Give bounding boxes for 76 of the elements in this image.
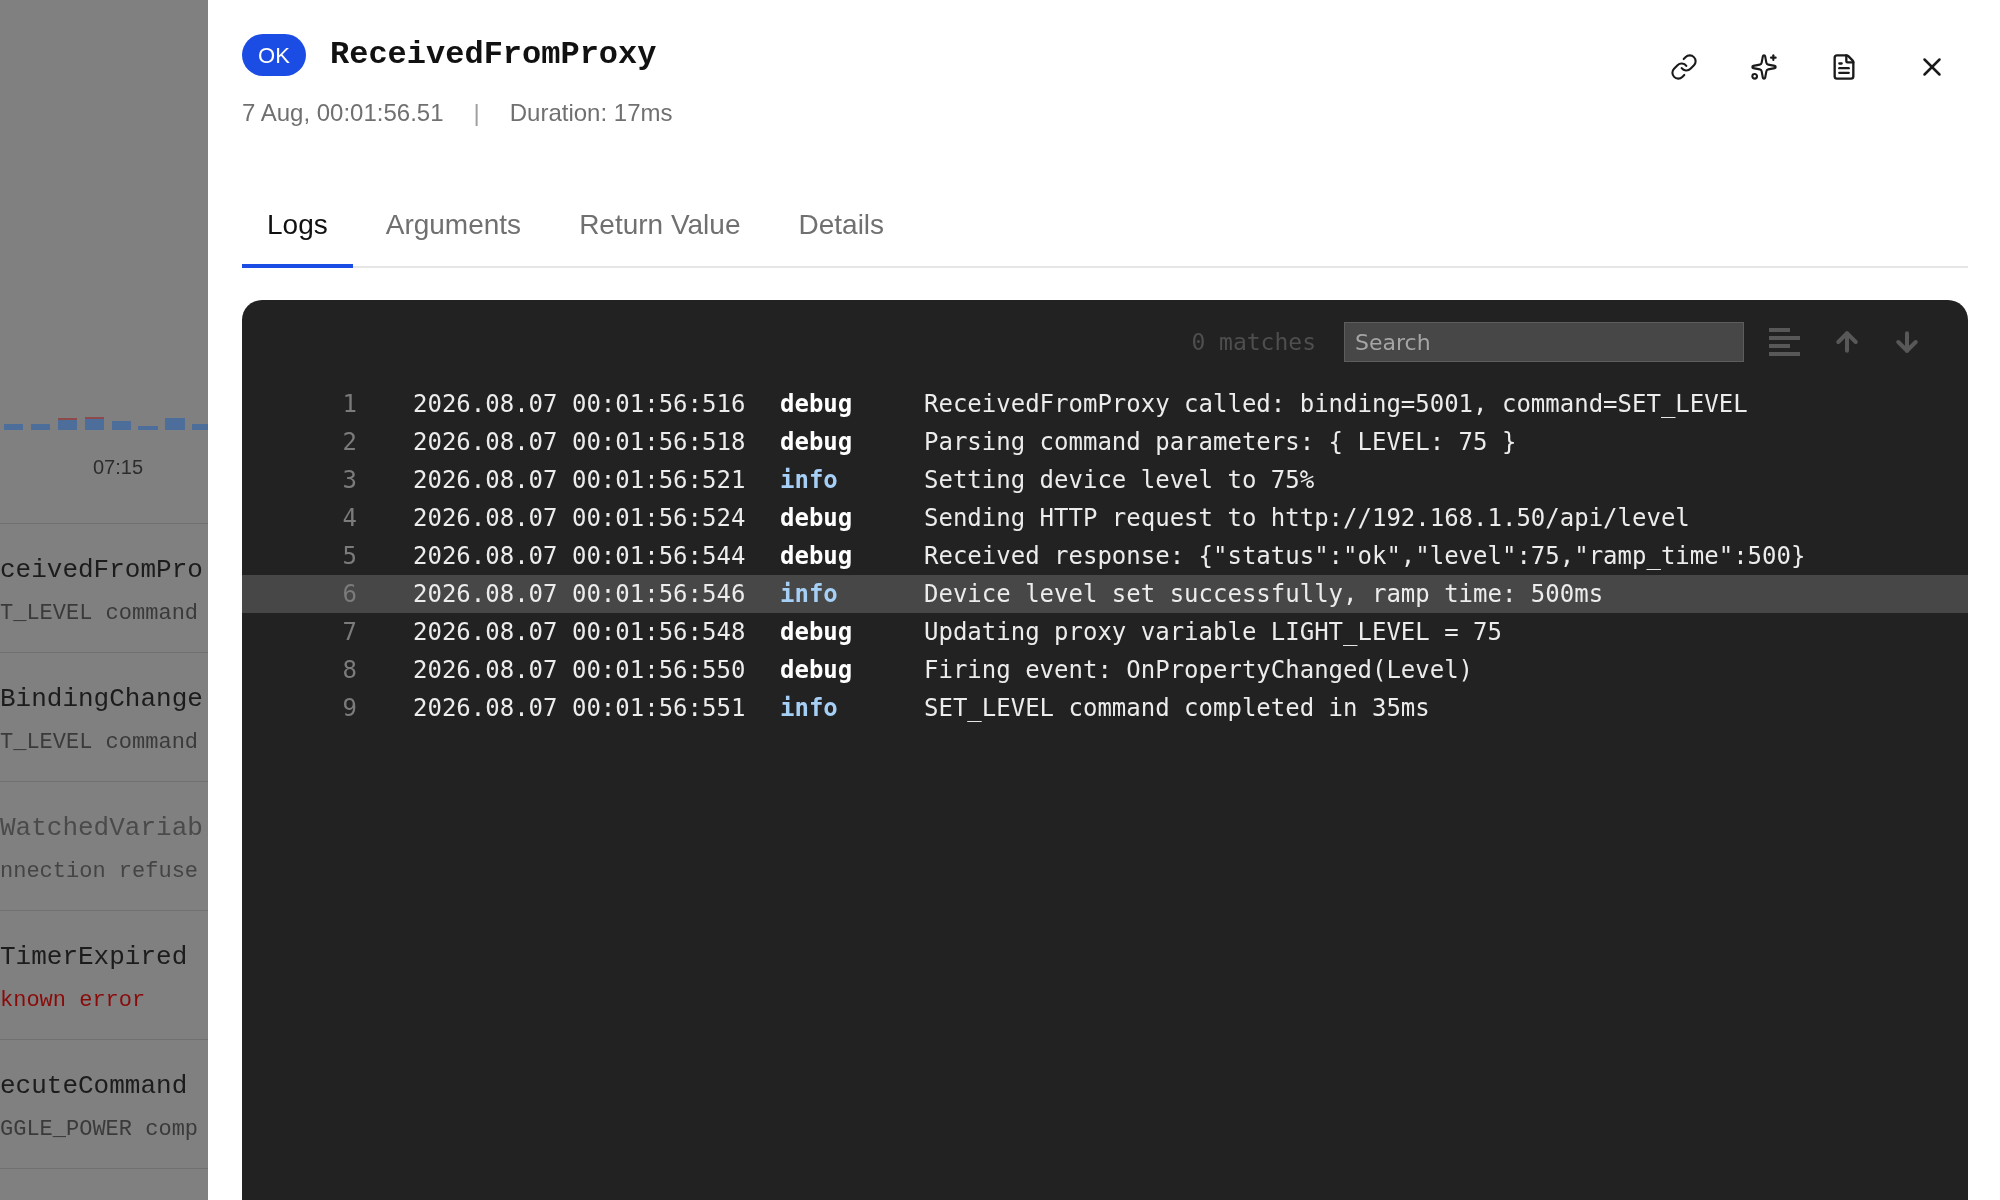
link-button[interactable] bbox=[1669, 52, 1699, 82]
event-subtitle: known error bbox=[0, 987, 147, 1015]
log-message: SET_LEVEL command completed in 35ms bbox=[924, 693, 1430, 724]
histogram-bar bbox=[85, 417, 104, 430]
function-title: ReceivedFromProxy bbox=[330, 35, 657, 75]
log-level: debug bbox=[780, 427, 854, 458]
line-number: 7 bbox=[341, 617, 357, 648]
event-title: TimerExpired bbox=[0, 941, 189, 973]
log-timestamp: 2026.08.07 00:01:56:548 bbox=[413, 617, 747, 648]
timestamp-text: 7 Aug, 00:01:56.51 bbox=[242, 98, 444, 128]
line-number: 8 bbox=[341, 655, 357, 686]
log-message: Setting device level to 75% bbox=[924, 465, 1315, 496]
log-timestamp: 2026.08.07 00:01:56:544 bbox=[413, 541, 747, 572]
line-number: 9 bbox=[341, 693, 357, 724]
log-level: debug bbox=[780, 389, 854, 420]
log-row[interactable]: 7 2026.08.07 00:01:56:548 debug Updating proxy variable LIGHT_LEVEL = 75 bbox=[242, 613, 1968, 651]
log-level: debug bbox=[780, 617, 854, 648]
log-timestamp: 2026.08.07 00:01:56:546 bbox=[413, 579, 747, 610]
status-badge: OK bbox=[242, 34, 306, 76]
log-message: Received response: {"status":"ok","level":75,"ramp_time":500} bbox=[924, 541, 1806, 572]
event-subtitle: T_LEVEL command bbox=[0, 600, 200, 628]
line-number: 1 bbox=[341, 389, 357, 420]
log-level: debug bbox=[780, 655, 854, 686]
histogram-bar bbox=[31, 424, 50, 430]
sparkles-icon bbox=[1750, 53, 1778, 81]
event-subtitle: GGLE_POWER comp bbox=[0, 1116, 200, 1144]
log-row[interactable]: 5 2026.08.07 00:01:56:544 debug Received response: {"status":"ok","level":75,"ramp_time":500} bbox=[242, 537, 1968, 575]
log-row[interactable]: 9 2026.08.07 00:01:56:551 info SET_LEVEL command completed in 35ms bbox=[242, 689, 1968, 727]
line-number: 2 bbox=[341, 427, 357, 458]
histogram-bar bbox=[138, 426, 158, 430]
duration-text: Duration: 17ms bbox=[509, 98, 673, 128]
log-timestamp: 2026.08.07 00:01:56:516 bbox=[413, 389, 747, 420]
histogram-bar bbox=[192, 424, 208, 430]
log-message: Updating proxy variable LIGHT_LEVEL = 75 bbox=[924, 617, 1502, 648]
log-level: info bbox=[780, 693, 839, 724]
log-row[interactable]: 8 2026.08.07 00:01:56:550 debug Firing event: OnPropertyChanged(Level) bbox=[242, 651, 1968, 689]
event-title: ecuteCommand bbox=[0, 1070, 189, 1102]
log-timestamp: 2026.08.07 00:01:56:524 bbox=[413, 503, 747, 534]
log-message: Firing event: OnPropertyChanged(Level) bbox=[924, 655, 1474, 686]
tab[interactable]: Details bbox=[773, 200, 910, 268]
axis-label: 07:15 bbox=[93, 456, 144, 478]
log-timestamp: 2026.08.07 00:01:56:551 bbox=[413, 693, 747, 724]
log-level: debug bbox=[780, 503, 854, 534]
log-level: info bbox=[780, 465, 839, 496]
log-timestamp: 2026.08.07 00:01:56:550 bbox=[413, 655, 747, 686]
histogram-bar bbox=[58, 418, 77, 430]
tab[interactable]: Return Value bbox=[554, 200, 766, 268]
log-row[interactable]: 4 2026.08.07 00:01:56:524 debug Sending HTTP request to http://192.168.1.50/api/level bbox=[242, 499, 1968, 537]
log-message: Sending HTTP request to http://192.168.1.50/api/level bbox=[924, 503, 1690, 534]
histogram-bar bbox=[112, 421, 131, 430]
log-row[interactable]: 1 2026.08.07 00:01:56:516 debug ReceivedFromProxy called: binding=5001, command=SET_LEVEL bbox=[242, 385, 1968, 423]
event-subtitle: nnection refuse bbox=[0, 858, 200, 886]
histogram-bar bbox=[4, 424, 23, 430]
line-number: 5 bbox=[341, 541, 357, 572]
log-timestamp: 2026.08.07 00:01:56:521 bbox=[413, 465, 747, 496]
line-number: 4 bbox=[341, 503, 357, 534]
align-lines-icon bbox=[1769, 328, 1800, 356]
log-timestamp: 2026.08.07 00:01:56:518 bbox=[413, 427, 747, 458]
link-icon bbox=[1670, 53, 1698, 81]
event-title: ceivedFromPro bbox=[0, 554, 204, 586]
line-number: 3 bbox=[341, 465, 357, 496]
tab[interactable]: Logs bbox=[242, 200, 353, 268]
sparkles-button[interactable] bbox=[1749, 52, 1779, 82]
log-row[interactable]: 2 2026.08.07 00:01:56:518 debug Parsing command parameters: { LEVEL: 75 } bbox=[242, 423, 1968, 461]
log-message: ReceivedFromProxy called: binding=5001, command=SET_LEVEL bbox=[924, 389, 1748, 420]
separator-text: | bbox=[473, 98, 480, 128]
log-level: debug bbox=[780, 541, 854, 572]
search-field[interactable]: Search bbox=[1344, 322, 1744, 362]
event-title: BindingChange bbox=[0, 683, 204, 715]
log-message: Device level set successfully, ramp time: 500ms bbox=[924, 579, 1604, 610]
log-message: Parsing command parameters: { LEVEL: 75 } bbox=[924, 427, 1517, 458]
histogram-bar bbox=[165, 418, 185, 430]
tab[interactable]: Arguments bbox=[360, 200, 547, 268]
event-subtitle: T_LEVEL command bbox=[0, 729, 200, 757]
log-row[interactable]: 3 2026.08.07 00:01:56:521 info Setting device level to 75% bbox=[242, 461, 1968, 499]
log-level: info bbox=[780, 579, 839, 610]
